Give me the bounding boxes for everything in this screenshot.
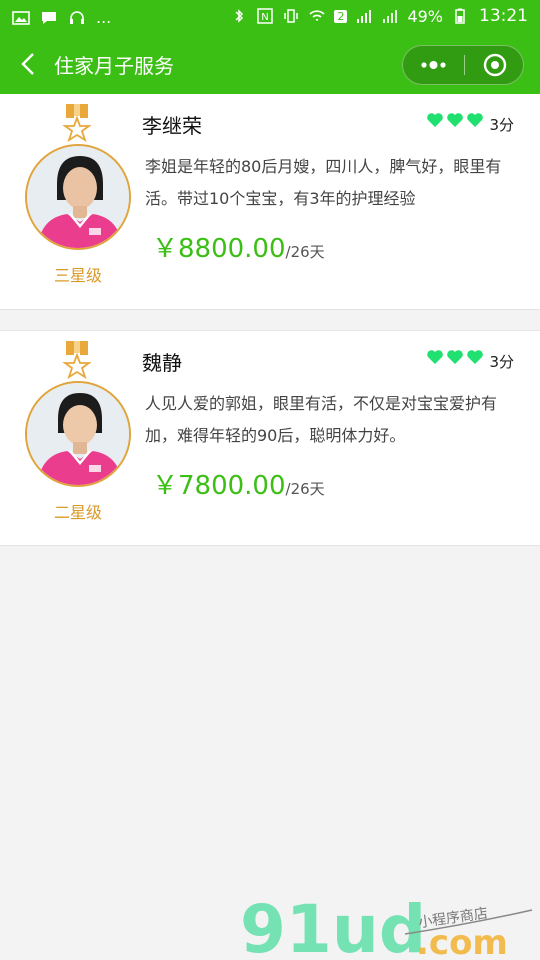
- portrait-image: [27, 383, 129, 485]
- wifi-icon: [309, 10, 325, 21]
- price-amount: ￥8800.00: [152, 234, 286, 264]
- nanny-avatar: [25, 381, 131, 487]
- nanny-card[interactable]: 二星级 魏静 3分 人见人爱的郭姐，眼里有活，不仅是对宝宝爱护有加，难得年轻的9…: [0, 330, 540, 546]
- battery-percent: 49%: [407, 6, 443, 26]
- more-button[interactable]: [403, 46, 464, 84]
- gallery-icon: [12, 10, 30, 25]
- back-chevron-icon[interactable]: [14, 49, 44, 79]
- nanny-name: 魏静: [142, 351, 182, 375]
- bluetooth-icon: [235, 9, 244, 23]
- medal-icon: [62, 104, 92, 142]
- signal-2-icon: [383, 10, 398, 23]
- message-icon: [42, 11, 56, 24]
- vibrate-icon: [284, 9, 299, 23]
- rating-hearts: [426, 112, 484, 128]
- heart-icon: [427, 113, 443, 127]
- nfc-icon: N: [257, 8, 274, 24]
- sim-badge: 2: [334, 9, 348, 23]
- navigation-bar: 住家月子服务: [0, 36, 540, 94]
- heart-icon: [467, 113, 483, 127]
- heart-icon: [467, 350, 483, 364]
- svg-text:91ud: 91ud: [240, 891, 426, 960]
- portrait-image: [27, 146, 129, 248]
- medal-icon: [62, 341, 92, 379]
- star-level: 二星级: [53, 503, 102, 522]
- price-unit: /26天: [285, 243, 325, 261]
- page-title: 住家月子服务: [54, 54, 174, 78]
- nanny-avatar: [25, 144, 131, 250]
- rating-hearts: [426, 349, 484, 365]
- close-button[interactable]: [465, 46, 525, 84]
- target-close-icon: [483, 53, 507, 77]
- rating-score: 3分: [489, 116, 514, 134]
- notification-more: ...: [96, 8, 112, 27]
- signal-icon: [357, 10, 372, 23]
- rating-score: 3分: [489, 353, 514, 371]
- nanny-card[interactable]: 三星级 李继荣 3分 李姐是年轻的80后月嫂，四川人，脾气好，眼里有活。带过10…: [0, 94, 540, 310]
- heart-icon: [447, 113, 463, 127]
- nanny-description: 李姐是年轻的80后月嫂，四川人，脾气好，眼里有活。带过10个宝宝，有3年的护理经…: [145, 157, 502, 208]
- nanny-name: 李继荣: [142, 114, 202, 138]
- heart-icon: [447, 350, 463, 364]
- svg-text:N: N: [262, 12, 269, 23]
- clock: 13:21: [479, 6, 528, 26]
- price: ￥7800.00/26天: [152, 465, 325, 502]
- price: ￥8800.00/26天: [152, 228, 325, 265]
- price-unit: /26天: [285, 480, 325, 498]
- status-bar: ... N 2 49% 13:21: [0, 0, 540, 36]
- watermark-logo: 91ud .com 小程序商店: [240, 891, 533, 960]
- star-level: 三星级: [53, 266, 102, 285]
- battery-icon: [455, 8, 465, 24]
- headset-icon: [70, 10, 84, 24]
- more-dots-icon: [421, 61, 446, 69]
- miniprogram-capsule: [402, 45, 524, 85]
- heart-icon: [427, 350, 443, 364]
- nanny-description: 人见人爱的郭姐，眼里有活，不仅是对宝宝爱护有加，难得年轻的90后，聪明体力好。: [145, 394, 498, 445]
- price-amount: ￥7800.00: [152, 471, 286, 501]
